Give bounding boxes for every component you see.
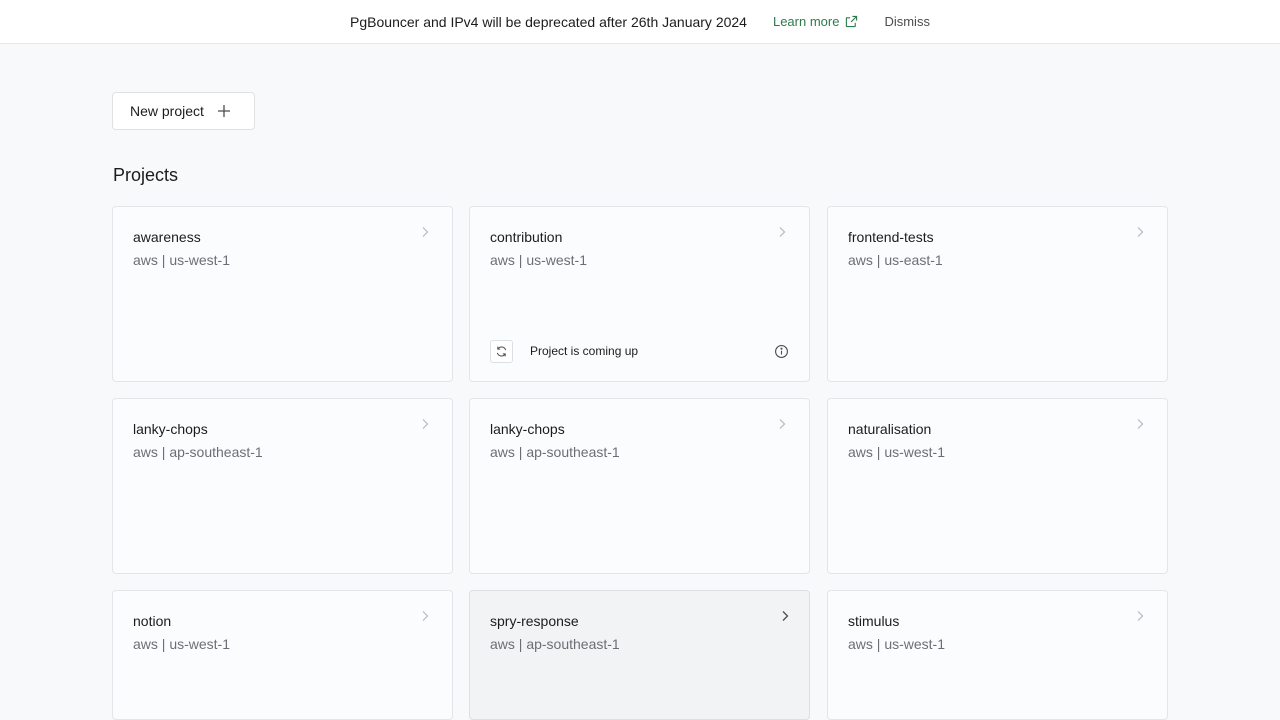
project-name: lanky-chops <box>490 421 565 437</box>
project-card[interactable]: naturalisation aws | us-west-1 <box>827 398 1168 574</box>
chevron-right-icon <box>1137 611 1144 621</box>
learn-more-label: Learn more <box>772 14 840 29</box>
chevron-right-icon <box>422 419 429 429</box>
banner-message: PgBouncer and IPv4 will be deprecated af… <box>350 13 747 30</box>
project-region: aws | ap-southeast-1 <box>490 636 620 652</box>
refresh-icon <box>490 339 513 363</box>
project-region: aws | ap-southeast-1 <box>133 444 263 460</box>
chevron-right-icon <box>779 419 786 429</box>
project-name: notion <box>133 613 172 629</box>
project-card[interactable]: frontend-tests aws | us-east-1 <box>827 206 1168 382</box>
plus-icon <box>217 105 230 117</box>
project-card[interactable]: notion aws | us-west-1 <box>112 590 453 720</box>
project-region: aws | us-west-1 <box>133 252 230 268</box>
project-name: lanky-chops <box>133 421 208 437</box>
project-card[interactable]: lanky-chops aws | ap-southeast-1 <box>112 398 453 574</box>
project-card[interactable]: awareness aws | us-west-1 <box>112 206 453 382</box>
project-name: naturalisation <box>848 421 932 437</box>
chevron-right-icon <box>1137 227 1144 237</box>
projects-title: Projects <box>113 165 179 185</box>
chevron-right-icon <box>1137 419 1144 429</box>
project-name: contribution <box>490 229 563 245</box>
new-project-label: New project <box>130 103 204 119</box>
project-name: spry-response <box>490 613 579 629</box>
project-name: stimulus <box>848 613 900 629</box>
project-region: aws | us-west-1 <box>490 252 587 268</box>
project-region: aws | ap-southeast-1 <box>490 444 620 460</box>
project-name: awareness <box>133 229 201 245</box>
project-region: aws | us-west-1 <box>848 444 945 460</box>
info-icon[interactable] <box>774 344 789 359</box>
deprecation-banner: PgBouncer and IPv4 will be deprecated af… <box>0 0 1280 44</box>
project-region: aws | us-east-1 <box>848 252 943 268</box>
project-card[interactable]: spry-response aws | ap-southeast-1 <box>469 590 810 720</box>
external-link-icon <box>846 15 858 28</box>
project-region: aws | us-west-1 <box>848 636 945 652</box>
new-project-button[interactable]: New project <box>112 92 255 130</box>
project-card[interactable]: stimulus aws | us-west-1 <box>827 590 1168 720</box>
project-status: Project is coming up <box>490 339 789 363</box>
project-name: frontend-tests <box>848 229 934 245</box>
chevron-right-icon <box>422 227 429 237</box>
project-card[interactable]: lanky-chops aws | ap-southeast-1 <box>469 398 810 574</box>
learn-more-link[interactable]: Learn more <box>773 14 858 29</box>
chevron-right-icon <box>422 611 429 621</box>
status-text: Project is coming up <box>530 344 639 358</box>
project-region: aws | us-west-1 <box>133 636 230 652</box>
project-card[interactable]: contribution aws | us-west-1 Project is … <box>469 206 810 382</box>
chevron-right-icon <box>779 227 786 237</box>
chevron-right-icon <box>782 611 789 621</box>
dismiss-button[interactable]: Dismiss <box>884 14 930 29</box>
